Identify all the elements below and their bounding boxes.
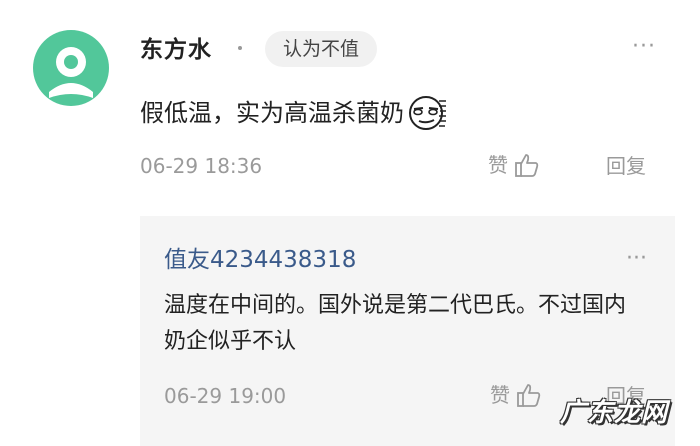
reply-like-button[interactable]: 赞 bbox=[490, 380, 542, 410]
reply-time: 06-29 19:00 bbox=[164, 384, 287, 408]
like-label: 赞 bbox=[488, 153, 508, 177]
reply-text: 温度在中间的。国外说是第二代巴氏。不过国内奶企似乎不认 bbox=[164, 293, 627, 354]
comment-text: 假低温，实为高温杀菌奶 bbox=[140, 99, 404, 127]
thumbs-up-icon bbox=[517, 384, 541, 407]
watermark: 广东龙网 bbox=[560, 398, 669, 428]
like-button[interactable]: 赞 bbox=[488, 150, 540, 180]
reply-username[interactable]: 值友4234438318 bbox=[164, 244, 356, 276]
opinion-tag: 认为不值 bbox=[265, 31, 378, 67]
thumbs-up-icon bbox=[515, 154, 539, 177]
comment-text-row: 假低温，实为高温杀菌奶 bbox=[140, 93, 448, 133]
default-avatar-icon bbox=[49, 47, 93, 98]
comment-time: 06-29 18:36 bbox=[140, 154, 263, 178]
more-icon[interactable]: ··· bbox=[626, 248, 647, 270]
avatar[interactable] bbox=[33, 30, 109, 106]
reply-button[interactable]: 回复 bbox=[606, 152, 646, 180]
smirk-emoji-icon bbox=[406, 93, 448, 133]
separator-dot bbox=[238, 46, 242, 50]
comment-username[interactable]: 东方水 bbox=[140, 34, 212, 66]
more-icon[interactable]: ··· bbox=[632, 36, 656, 58]
like-label: 赞 bbox=[490, 383, 510, 407]
